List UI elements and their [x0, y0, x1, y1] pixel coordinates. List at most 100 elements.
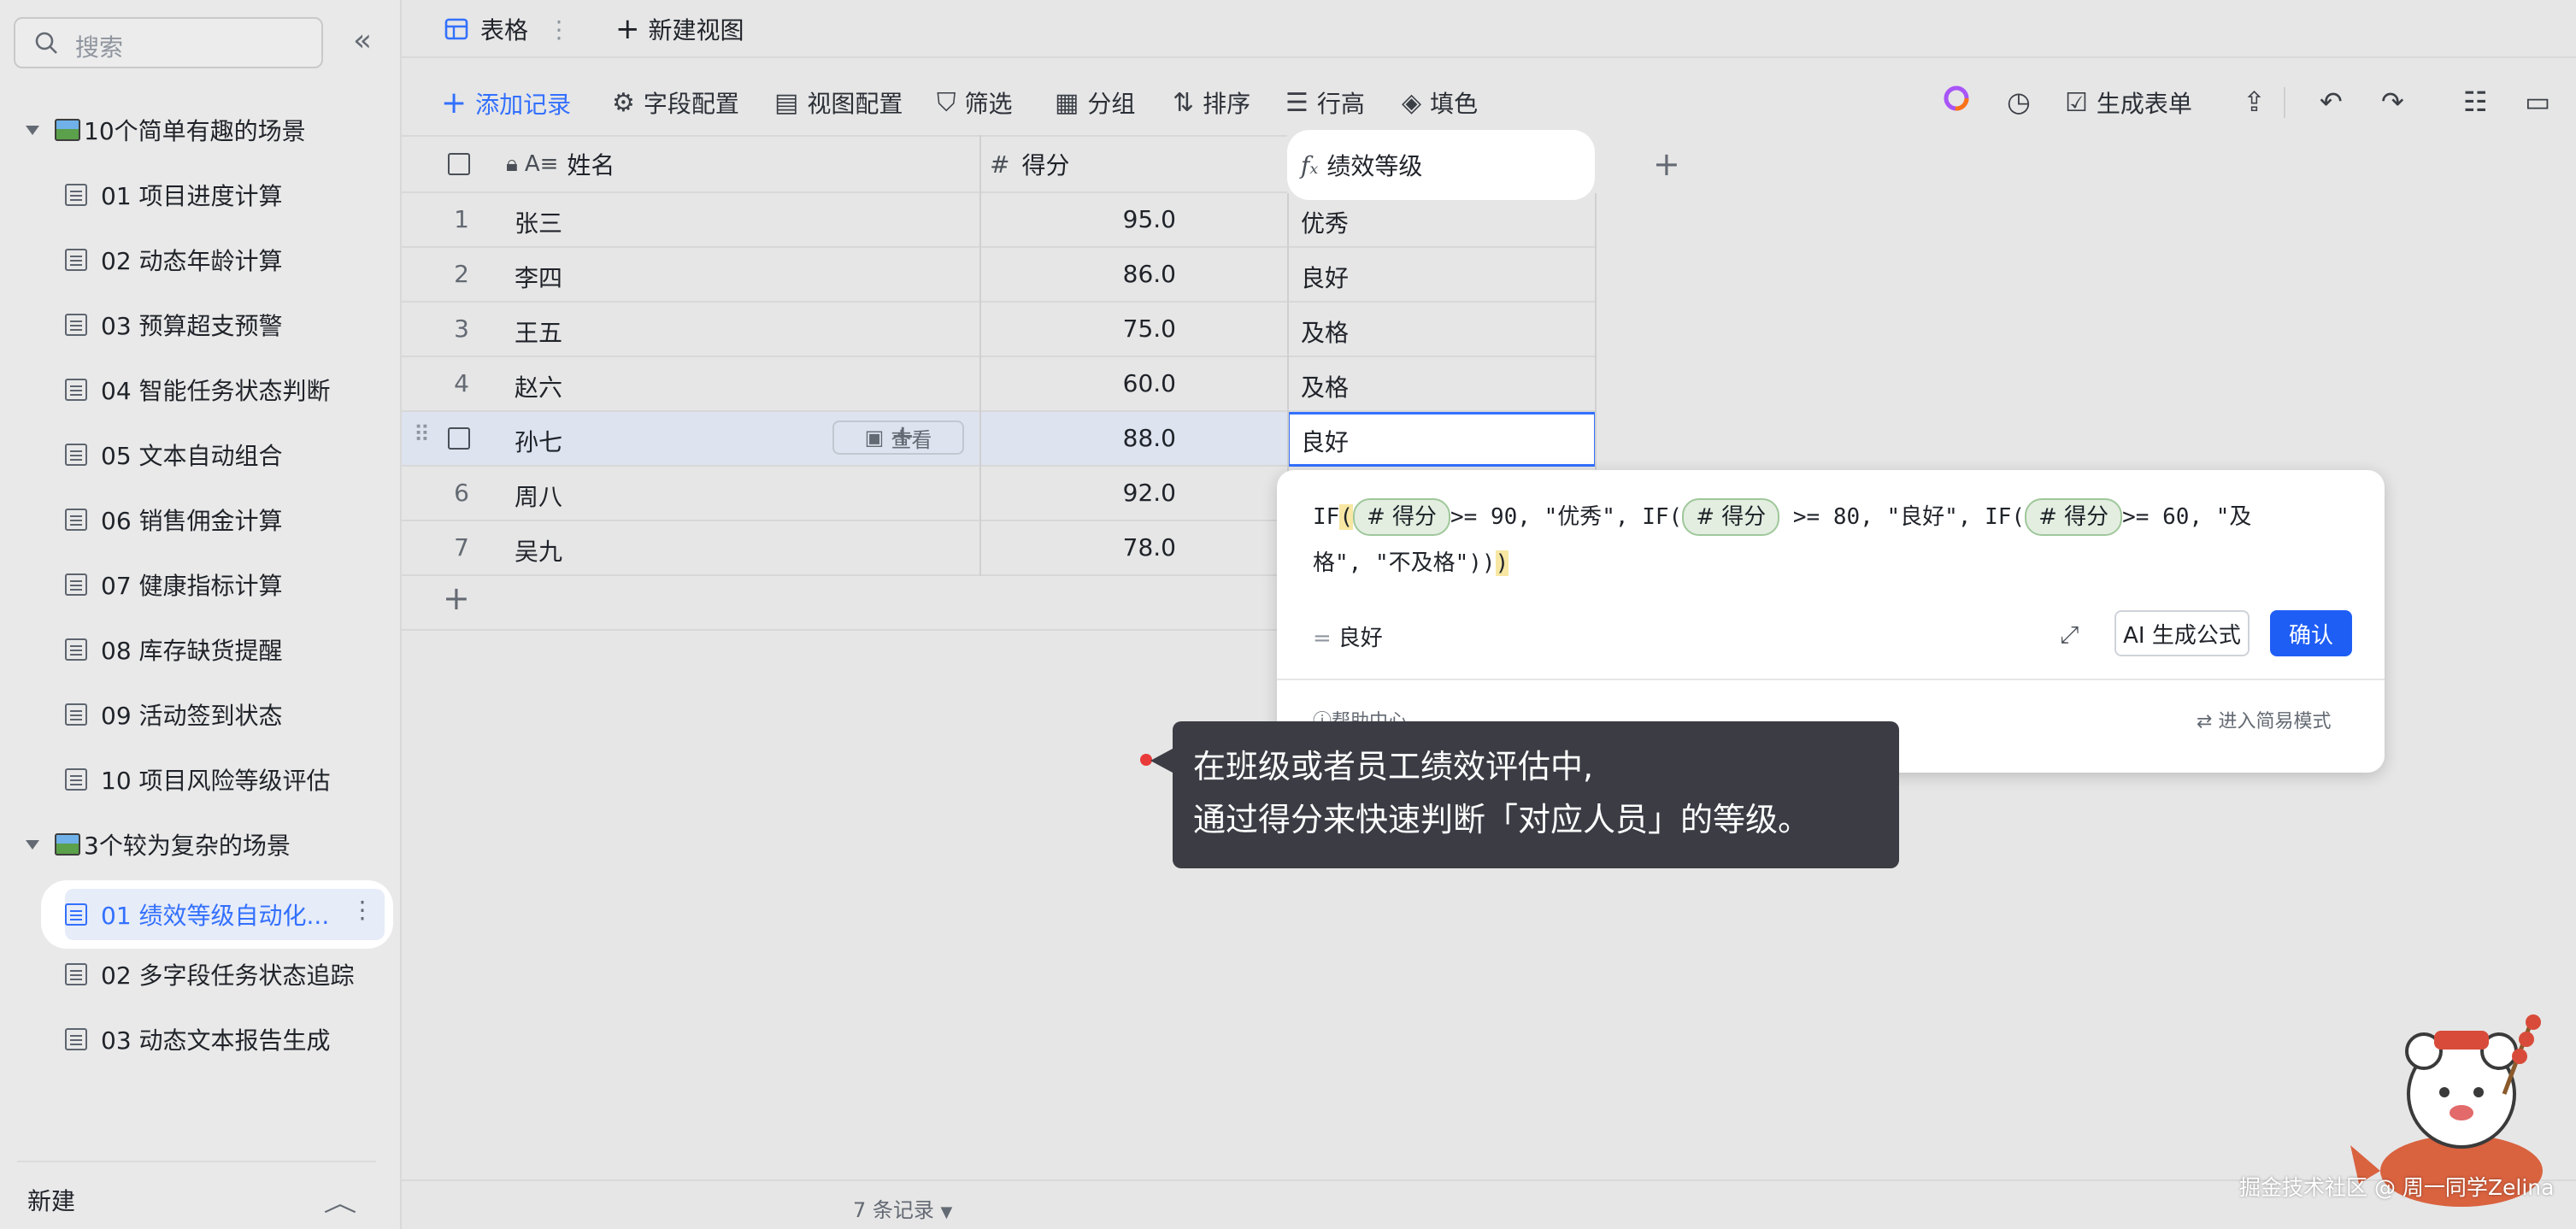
- record-count-label: 7 条记录: [853, 1198, 934, 1222]
- table-icon: [65, 963, 87, 985]
- cell-name[interactable]: 赵六: [515, 369, 562, 403]
- tab-more-icon[interactable]: ⋮: [547, 15, 571, 44]
- new-button[interactable]: 新建: [27, 1183, 75, 1217]
- group-button[interactable]: ▦ 分组: [1055, 85, 1135, 120]
- cell-grade[interactable]: 及格: [1301, 369, 1349, 403]
- cell-score[interactable]: 78.0: [979, 533, 1176, 562]
- ai-generate-formula-button[interactable]: AI 生成公式: [2114, 610, 2250, 656]
- sidebar-item[interactable]: 01 项目进度计算: [65, 169, 283, 221]
- record-count[interactable]: 7 条记录 ▼: [853, 1193, 952, 1223]
- divider: [2284, 87, 2285, 118]
- collapse-sidebar-icon[interactable]: «: [347, 26, 378, 56]
- toolbar: + 添加记录 ⚙ 字段配置 ▤ 视图配置 ⛉ 筛选 ▦ 分组 ⇅ 排序 ☰ 行高 ◈ 填色 ◷ …: [402, 75, 2576, 123]
- cell-score[interactable]: 88.0: [979, 424, 1176, 452]
- add-row-icon[interactable]: +: [443, 579, 470, 617]
- undo-icon[interactable]: ↶: [2320, 85, 2343, 118]
- cell-name[interactable]: 周八: [515, 479, 562, 513]
- add-column-icon[interactable]: +: [1653, 145, 1680, 183]
- sort-button[interactable]: ⇅ 排序: [1173, 85, 1250, 120]
- gear-icon: ⚙: [612, 87, 635, 118]
- cell-name[interactable]: 王五: [515, 315, 562, 349]
- simple-mode-link[interactable]: ⇄ 进入简易模式: [2197, 706, 2331, 733]
- table-row[interactable]: 1 张三 95.0 优秀: [402, 193, 1595, 248]
- select-all-checkbox[interactable]: [448, 153, 470, 175]
- expand-editor-icon[interactable]: ⤢: [2060, 620, 2079, 650]
- sidebar-item[interactable]: 07 健康指标计算: [65, 559, 283, 610]
- cell-score[interactable]: 95.0: [979, 205, 1176, 233]
- sidebar-item[interactable]: 05 文本自动组合: [65, 429, 283, 480]
- cell-score[interactable]: 60.0: [979, 369, 1176, 397]
- confirm-button[interactable]: 确认: [2270, 610, 2352, 656]
- cell-grade[interactable]: 良好: [1301, 424, 1349, 458]
- row-index: 4: [454, 369, 469, 397]
- sidebar-item[interactable]: 09 活动签到状态: [65, 689, 283, 740]
- formula-input[interactable]: IF(# 得分 >= 90, "优秀", IF(# 得分 >= 80, "良好",…: [1313, 494, 2355, 586]
- sidebar-item-label: 08 库存缺货提醒: [101, 637, 283, 665]
- confirm-label: 确认: [2288, 622, 2333, 649]
- cell-name[interactable]: 张三: [515, 205, 562, 239]
- search-input[interactable]: 搜索: [14, 17, 323, 68]
- new-view-button[interactable]: + 新建视图: [615, 12, 744, 46]
- cell-grade[interactable]: 优秀: [1301, 205, 1349, 239]
- drag-handle-icon[interactable]: ⠿: [414, 422, 430, 448]
- group-label: 3个较为复杂的场景: [84, 832, 291, 860]
- chevron-up-icon[interactable]: ︿: [323, 1185, 356, 1219]
- sidebar-item[interactable]: 02 多字段任务状态追踪: [65, 949, 355, 1000]
- comment-icon[interactable]: ▭: [2525, 85, 2550, 118]
- cell-grade[interactable]: 及格: [1301, 315, 1349, 349]
- sidebar-item-active[interactable]: 01 绩效等级自动化... ⋮: [41, 880, 393, 949]
- cell-name[interactable]: 李四: [515, 260, 562, 294]
- table-icon: [444, 18, 468, 40]
- field-token[interactable]: # 得分: [1682, 498, 1780, 536]
- expand-icon: ▣: [864, 426, 885, 450]
- filter-button[interactable]: ⛉ 筛选: [937, 85, 1013, 120]
- cell-grade[interactable]: 良好: [1301, 260, 1349, 294]
- cell-score[interactable]: 86.0: [979, 260, 1176, 288]
- column-header-score[interactable]: # 得分: [979, 135, 1287, 193]
- field-config-button[interactable]: ⚙ 字段配置: [612, 85, 739, 120]
- cell-name[interactable]: 吴九: [515, 533, 562, 567]
- view-config-button[interactable]: ▤ 视图配置: [774, 85, 903, 120]
- add-record-button[interactable]: + 添加记录: [441, 85, 571, 121]
- table-icon: [65, 444, 87, 466]
- insert-row-icon[interactable]: +: [891, 419, 915, 453]
- sidebar-item[interactable]: 03 动态文本报告生成: [65, 1014, 331, 1065]
- share-icon[interactable]: ⇪: [2243, 85, 2266, 118]
- column-header-name[interactable]: 🔒︎ A≡ 姓名: [402, 135, 979, 193]
- column-header-grade[interactable]: fₓ 绩效等级: [1287, 130, 1595, 200]
- sidebar-item[interactable]: 10 项目风险等级评估: [65, 754, 331, 805]
- table-row[interactable]: 3 王五 75.0 及格: [402, 303, 1595, 357]
- redo-icon[interactable]: ↷: [2381, 85, 2404, 118]
- table-row[interactable]: 4 赵六 60.0 及格: [402, 357, 1595, 412]
- row-height-button[interactable]: ☰ 行高: [1285, 85, 1365, 120]
- row-checkbox[interactable]: [448, 427, 470, 450]
- sidebar-item[interactable]: 06 销售佣金计算: [65, 494, 283, 545]
- column-label: 绩效等级: [1326, 152, 1423, 180]
- table-row-selected[interactable]: ⠿ 孙七 ▣ 查看 + 88.0 良好: [402, 412, 1597, 467]
- ai-assistant-icon[interactable]: [1942, 84, 1971, 120]
- field-token[interactable]: # 得分: [2025, 498, 2123, 536]
- sidebar-item[interactable]: 02 动态年龄计算: [65, 234, 283, 285]
- cell-name[interactable]: 孙七: [515, 424, 562, 458]
- search-records-icon[interactable]: ☷: [2463, 85, 2488, 118]
- table-icon: [65, 184, 87, 206]
- sidebar-item-label: 02 动态年龄计算: [101, 247, 283, 275]
- sidebar-item[interactable]: 03 预算超支预警: [65, 299, 283, 350]
- sidebar-group-simple[interactable]: 10个简单有趣的场景: [26, 104, 306, 156]
- sidebar-item[interactable]: 04 智能任务状态判断: [65, 364, 331, 415]
- cell-score[interactable]: 92.0: [979, 479, 1176, 507]
- sidebar-item[interactable]: 08 库存缺货提醒: [65, 624, 283, 675]
- row-index: 1: [454, 205, 469, 233]
- sidebar-group-complex[interactable]: 3个较为复杂的场景: [26, 819, 291, 870]
- tab-table[interactable]: 表格 ⋮: [444, 12, 571, 46]
- generate-form-button[interactable]: ☑ 生成表单: [2065, 85, 2192, 120]
- table-row[interactable]: 2 李四 86.0 良好: [402, 248, 1595, 303]
- number-field-icon: #: [990, 150, 1010, 179]
- automation-icon[interactable]: ◷: [2007, 85, 2031, 118]
- sidebar-item-label: 07 健康指标计算: [101, 572, 283, 600]
- formula-segment: 格", "不及格")): [1313, 550, 1496, 576]
- more-icon[interactable]: ⋮: [350, 896, 374, 924]
- fill-color-button[interactable]: ◈ 填色: [1402, 85, 1478, 120]
- field-token[interactable]: # 得分: [1352, 498, 1451, 536]
- cell-score[interactable]: 75.0: [979, 315, 1176, 343]
